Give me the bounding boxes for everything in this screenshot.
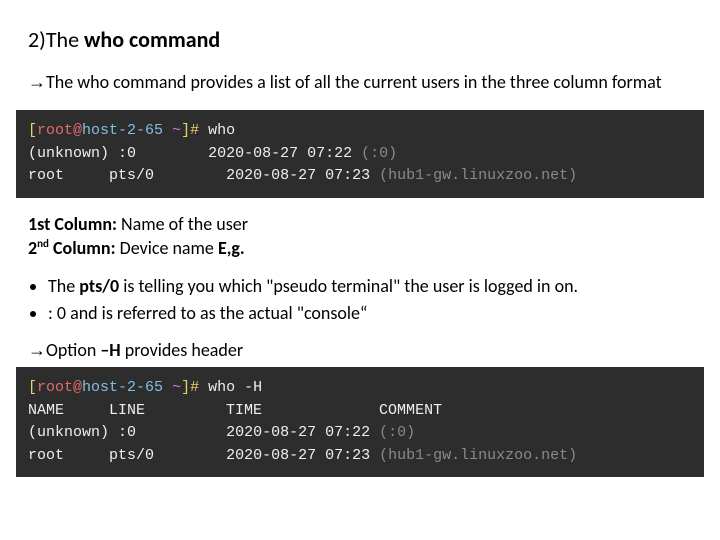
prompt-bracket-close: ]: [181, 379, 190, 396]
bullet-item-1: The pts/0 is telling you which "pseudo t…: [48, 274, 692, 298]
terminal-output-1: [root@host-2-65 ~]# who (unknown) :0 202…: [16, 110, 704, 198]
heading-number: 2): [28, 26, 46, 53]
prompt-at: @: [73, 379, 82, 396]
row-time: 2020-08-27 07:23: [226, 167, 370, 184]
row-user: root: [28, 447, 64, 464]
row-user: root: [28, 167, 64, 184]
b2: : 0 and is referred to as the actual "co…: [48, 302, 367, 324]
opt-a: Option: [46, 339, 100, 361]
opt-c: provides header: [125, 339, 243, 361]
sp: [64, 167, 109, 184]
sp: [154, 447, 226, 464]
sp: [109, 145, 118, 162]
sp: [136, 424, 226, 441]
arrow-icon: →: [28, 72, 46, 92]
column-explanations: 1st Column: Name of the user 2nd Column:…: [28, 212, 692, 261]
col2-label-sup: nd: [37, 237, 49, 250]
sp: [154, 167, 226, 184]
row-note: (:0): [370, 424, 415, 441]
row-tty: pts/0: [109, 167, 154, 184]
row-note: (hub1-gw.linuxzoo.net): [370, 167, 577, 184]
arrow-icon: →: [28, 340, 46, 360]
prompt-host: host-2-65: [82, 379, 172, 396]
command-text: who -H: [208, 379, 262, 396]
row-note: (hub1-gw.linuxzoo.net): [370, 447, 577, 464]
intro-paragraph: →The who command provides a list of all …: [28, 71, 692, 94]
b1-c: is telling you which "pseudo terminal" t…: [123, 275, 578, 297]
prompt-path: ~: [172, 379, 181, 396]
opt-b: –H: [100, 339, 124, 361]
intro-text: The who command provides a list of all t…: [46, 71, 662, 93]
col2-eg: E,g.: [218, 237, 245, 259]
sp: [136, 145, 208, 162]
prompt-at: @: [73, 122, 82, 139]
slide: 2)The who command →The who command provi…: [0, 0, 720, 477]
prompt-bracket: [: [28, 379, 37, 396]
row-note: (:0): [352, 145, 397, 162]
prompt-hash: #: [190, 122, 208, 139]
prompt-bracket-close: ]: [181, 122, 190, 139]
prompt-bracket: [: [28, 122, 37, 139]
command-text: who: [208, 122, 235, 139]
heading-text-bold: who command: [84, 26, 220, 53]
option-line: →Option –H provides header: [28, 339, 692, 361]
prompt-host: host-2-65: [82, 122, 172, 139]
row-tty: :0: [118, 145, 136, 162]
b1-a: The: [48, 275, 79, 297]
bullet-item-2: : 0 and is referred to as the actual "co…: [48, 301, 692, 325]
bullet-list: The pts/0 is telling you which "pseudo t…: [48, 274, 692, 325]
row-user: (unknown): [28, 145, 109, 162]
col2-line: 2nd Column: Device name E,g.: [28, 236, 692, 260]
header-line: NAME LINE TIME COMMENT: [28, 402, 442, 419]
sp: [64, 447, 109, 464]
col1-line: 1st Column: Name of the user: [28, 212, 692, 236]
terminal-output-2: [root@host-2-65 ~]# who -H NAME LINE TIM…: [16, 367, 704, 477]
col1-value: Name of the user: [117, 213, 248, 235]
row-time: 2020-08-27 07:22: [208, 145, 352, 162]
col1-label: 1st Column:: [28, 213, 117, 235]
row-time: 2020-08-27 07:22: [226, 424, 370, 441]
row-tty: pts/0: [109, 447, 154, 464]
heading-text-pre: The: [46, 26, 84, 53]
prompt-user: root: [37, 379, 73, 396]
row-tty: :0: [118, 424, 136, 441]
col2-label-a: 2: [28, 237, 37, 259]
prompt-hash: #: [190, 379, 208, 396]
b1-b: pts/0: [79, 275, 123, 297]
section-heading: 2)The who command: [28, 26, 692, 53]
col2-value: Device name: [116, 237, 218, 259]
prompt-path: ~: [172, 122, 181, 139]
row-user: (unknown): [28, 424, 109, 441]
row-time: 2020-08-27 07:23: [226, 447, 370, 464]
col2-label-b: Column:: [49, 237, 116, 259]
sp: [109, 424, 118, 441]
prompt-user: root: [37, 122, 73, 139]
